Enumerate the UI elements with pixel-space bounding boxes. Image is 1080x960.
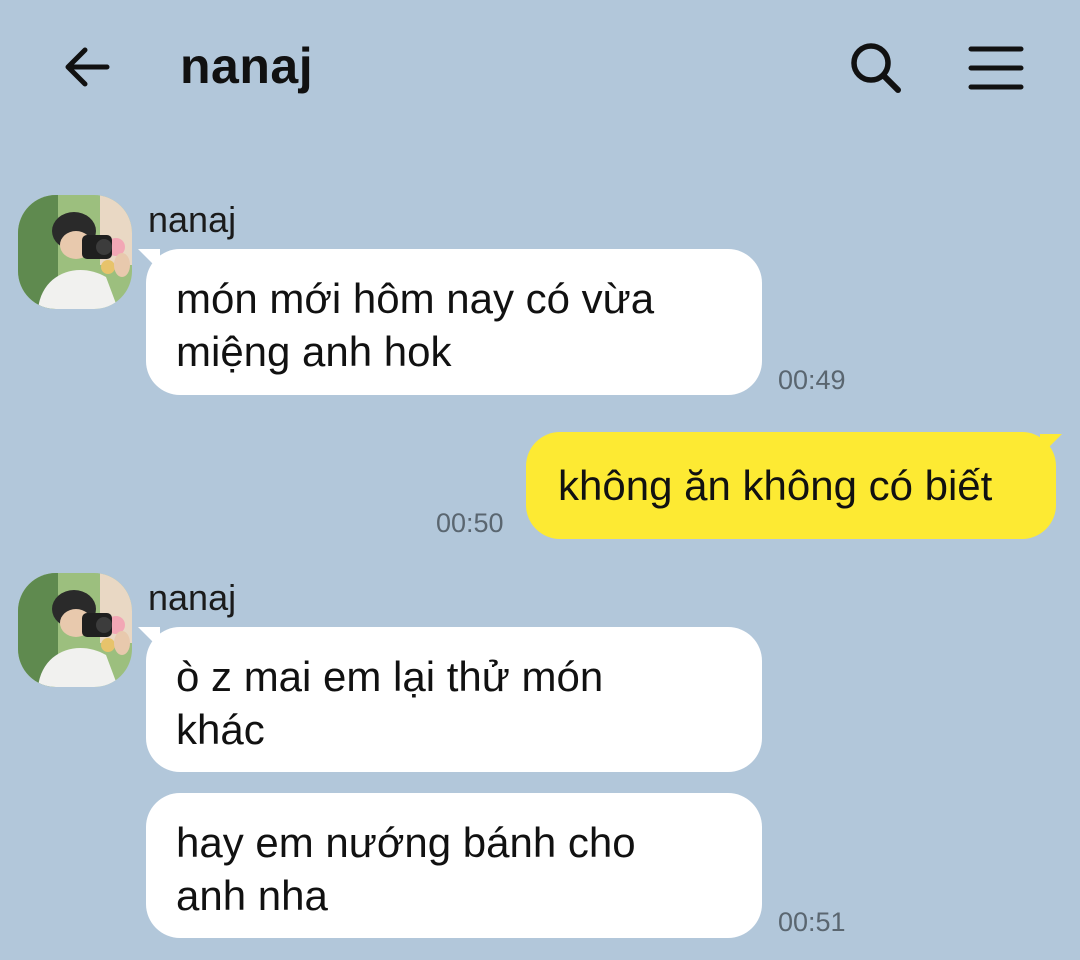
message-line: khác: [176, 706, 265, 753]
incoming-message-bubble[interactable]: ò z mai em lại thử món khác: [138, 627, 762, 772]
message-timestamp: 00:51: [778, 907, 846, 937]
search-icon: [851, 43, 901, 93]
outgoing-message-bubble[interactable]: không ăn không có biết: [526, 432, 1062, 539]
avatar[interactable]: [18, 573, 132, 687]
incoming-message-bubble[interactable]: món mới hôm nay có vừa miệng anh hok: [138, 249, 762, 395]
sender-name: nanaj: [148, 577, 237, 618]
message-text: không ăn không có biết: [558, 462, 993, 509]
bubble-tail: [138, 249, 160, 271]
message-timestamp: 00:49: [778, 365, 846, 395]
menu-button[interactable]: [962, 34, 1030, 102]
message-line: món mới hôm nay có vừa: [176, 275, 655, 322]
bubble-tail: [1040, 434, 1062, 456]
avatar-image: [18, 195, 132, 309]
search-button[interactable]: [842, 34, 910, 102]
message-timestamp: 00:50: [436, 508, 504, 538]
incoming-message-bubble[interactable]: hay em nướng bánh cho anh nha: [146, 793, 762, 938]
bubble-tail: [138, 627, 160, 649]
message-line: hay em nướng bánh cho: [176, 819, 636, 866]
message-line: ò z mai em lại thử món: [176, 653, 604, 700]
message-line: miệng anh hok: [176, 328, 452, 375]
hamburger-menu-icon: [968, 46, 1024, 90]
chat-title: nanaj: [180, 38, 314, 94]
arrow-left-icon: [65, 47, 110, 87]
back-button[interactable]: [55, 35, 119, 99]
message-line: anh nha: [176, 872, 328, 919]
chat-header: nanaj: [0, 0, 1080, 135]
avatar[interactable]: [18, 195, 132, 309]
sender-name: nanaj: [148, 199, 237, 240]
avatar-image: [18, 573, 132, 687]
